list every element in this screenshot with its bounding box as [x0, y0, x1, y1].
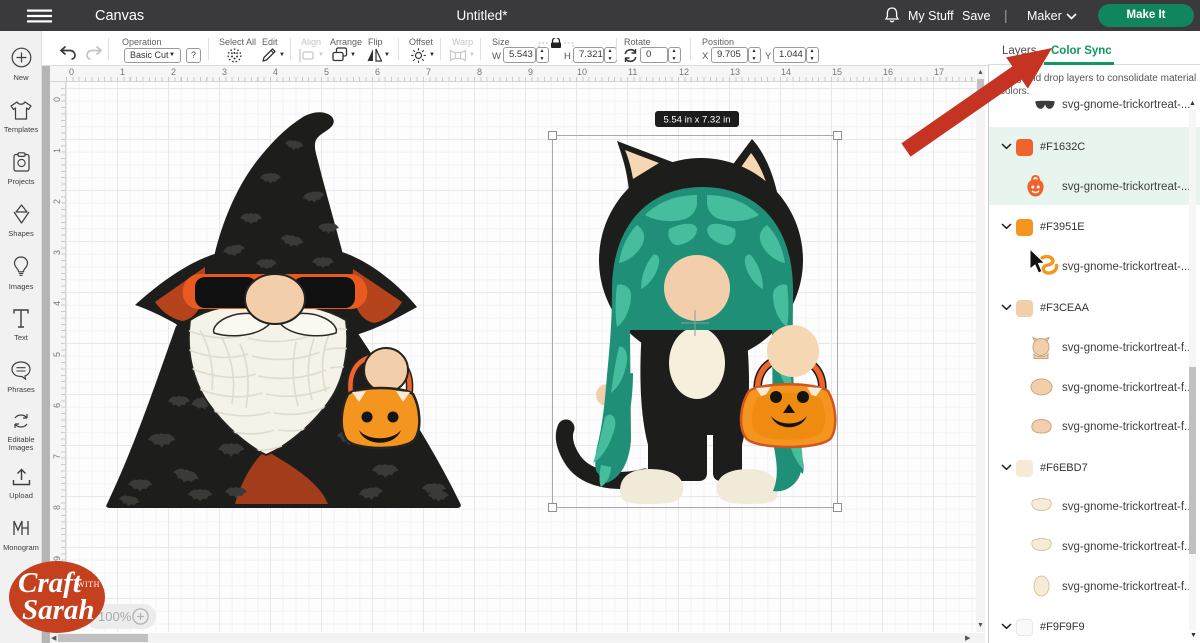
svg-text:5.54 in x 7.32 in: 5.54 in x 7.32 in: [663, 115, 730, 126]
